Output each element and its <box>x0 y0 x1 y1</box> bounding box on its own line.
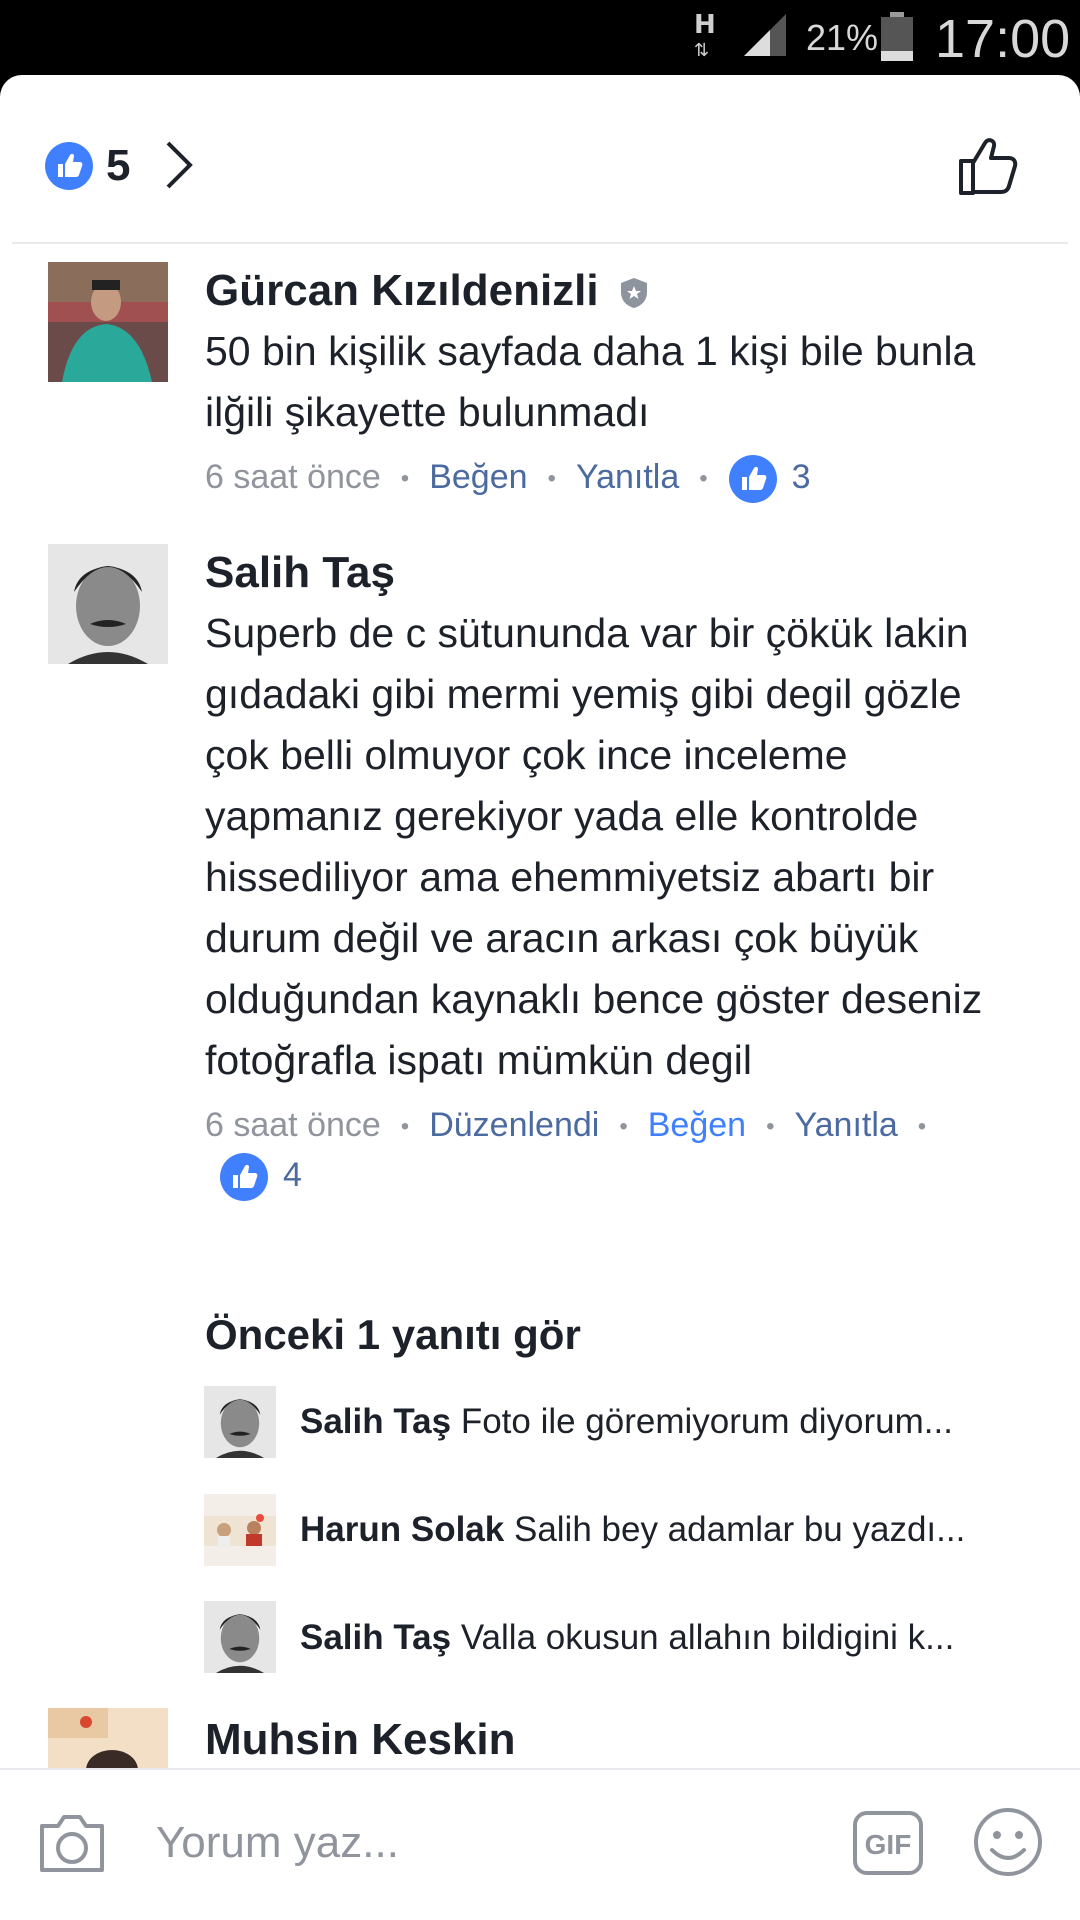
avatar-photo <box>48 262 168 382</box>
reply-item[interactable]: Harun Solak Salih bey adamlar bu yazdı..… <box>300 1506 1030 1554</box>
avatar-photo <box>204 1494 276 1566</box>
like-reaction-icon[interactable] <box>219 1152 269 1202</box>
battery-icon <box>881 12 913 61</box>
comment-author[interactable]: Gürcan Kızıldenizli <box>205 265 1035 317</box>
reply-item[interactable]: Salih Taş Foto ile göremiyorum diyorum..… <box>300 1398 1030 1446</box>
comment-likes-row: 4 <box>219 1151 1035 1202</box>
reaction-count: 5 <box>106 141 131 190</box>
view-previous-replies-link[interactable]: Önceki 1 yanıtı gör <box>205 1308 581 1362</box>
clock: 17:00 <box>935 9 1071 69</box>
reply-link[interactable]: Yanıtla <box>794 1106 897 1144</box>
network-type-indicator: H ⇅ <box>694 10 716 61</box>
comment-input[interactable]: Yorum yaz... <box>156 1816 399 1870</box>
avatar[interactable] <box>48 262 168 382</box>
avatar-photo <box>204 1386 276 1458</box>
comment: Muhsin Keskin <box>205 1714 1035 1766</box>
comment-author[interactable]: Muhsin Keskin <box>205 1714 1035 1766</box>
comment-author[interactable]: Salih Taş <box>205 547 1035 599</box>
like-button-icon[interactable] <box>955 133 1021 199</box>
edited-link[interactable]: Düzenlendi <box>429 1106 599 1144</box>
reply-text: Valla okusun allahın bildigini k... <box>460 1618 955 1657</box>
comment-time: 6 saat önce <box>205 1106 381 1144</box>
comment-like-count[interactable]: 4 <box>283 1156 302 1194</box>
like-link[interactable]: Beğen <box>429 458 527 496</box>
reply-author: Salih Taş <box>300 1618 452 1657</box>
avatar[interactable] <box>204 1494 276 1566</box>
status-bar: H ⇅ 21% 17:00 <box>0 0 1080 75</box>
comment: Salih Taş Superb de c sütununda var bir … <box>205 547 1035 1202</box>
reply-author: Salih Taş <box>300 1402 452 1441</box>
avatar-photo <box>204 1601 276 1673</box>
comment-time: 6 saat önce <box>205 458 381 496</box>
comments-sheet: 5 Gürcan Kızıldenizli 50 bin kişilik say… <box>0 75 1080 1920</box>
emoji-icon[interactable] <box>972 1806 1044 1878</box>
reply-item[interactable]: Salih Taş Valla okusun allahın bildigini… <box>300 1614 1030 1662</box>
avatar[interactable] <box>48 1708 168 1768</box>
camera-icon[interactable] <box>36 1810 108 1876</box>
avatar-photo <box>48 1708 168 1768</box>
like-reaction-icon <box>45 142 93 190</box>
reply-author: Harun Solak <box>300 1510 505 1549</box>
avatar[interactable] <box>204 1601 276 1673</box>
divider <box>12 242 1068 244</box>
reply-text: Foto ile göremiyorum diyorum... <box>460 1402 953 1441</box>
comment-text: Superb de c sütununda var bir çökük laki… <box>205 610 983 1083</box>
comment-composer: Yorum yaz... GIF <box>0 1768 1080 1920</box>
comment-meta: 6 saat önce • Beğen • Yanıtla • 3 <box>205 453 1035 504</box>
reply-link[interactable]: Yanıtla <box>576 458 679 496</box>
comment-text: 50 bin kişilik sayfada daha 1 kişi bile … <box>205 328 976 435</box>
signal-icon <box>744 14 786 56</box>
like-link[interactable]: Beğen <box>648 1106 746 1144</box>
avatar[interactable] <box>48 544 168 664</box>
gif-icon[interactable]: GIF <box>852 1810 924 1876</box>
data-arrows-icon: ⇅ <box>694 40 710 61</box>
gif-label: GIF <box>865 1829 912 1860</box>
reply-text: Salih bey adamlar bu yazdı... <box>513 1510 966 1549</box>
chevron-right-icon <box>166 141 193 189</box>
reactions-header[interactable]: 5 <box>0 75 1080 243</box>
comment-like-count[interactable]: 3 <box>792 458 811 496</box>
like-reaction-icon[interactable] <box>728 454 778 504</box>
comment: Gürcan Kızıldenizli 50 bin kişilik sayfa… <box>205 265 1035 504</box>
comment-meta: 6 saat önce • Düzenlendi • Beğen • Yanıtla • <box>205 1106 927 1144</box>
avatar-photo <box>48 544 168 664</box>
verified-shield-icon <box>620 278 647 309</box>
battery-percent: 21% <box>806 17 879 58</box>
avatar[interactable] <box>204 1386 276 1458</box>
